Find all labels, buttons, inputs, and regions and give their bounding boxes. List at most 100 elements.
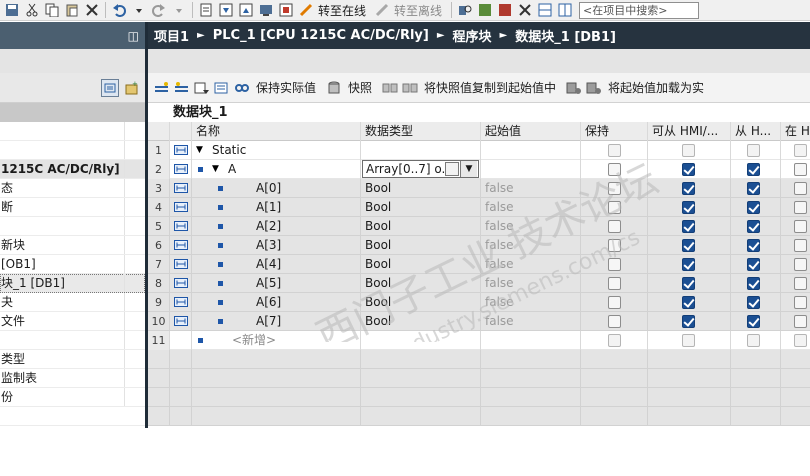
hmi-visible-checkbox[interactable] <box>747 334 760 347</box>
datatype-combobox[interactable]: Array[0..7] o... ▼ <box>362 160 479 178</box>
start-value-cell[interactable]: false <box>481 198 581 217</box>
tree-item[interactable]: 块_1 [DB1] <box>0 274 145 293</box>
breadcrumb-item[interactable]: 项目1 <box>154 26 189 45</box>
tree-item[interactable]: 断 <box>0 198 145 217</box>
hmi-accessible-checkbox[interactable] <box>682 144 695 157</box>
hmi-setpoint-checkbox[interactable] <box>794 258 807 271</box>
tree-item[interactable]: [OB1] <box>0 255 145 274</box>
hmi-setpoint-checkbox[interactable] <box>794 296 807 309</box>
name-cell[interactable]: A[2] <box>192 217 361 236</box>
simulation-icon[interactable] <box>258 2 274 18</box>
go-offline-icon[interactable] <box>374 2 390 18</box>
datatype-cell[interactable] <box>361 141 481 160</box>
datatype-cell[interactable]: Bool <box>361 217 481 236</box>
copy-icon[interactable] <box>44 2 60 18</box>
tree-item[interactable]: 夬 <box>0 293 145 312</box>
expand-arrow-icon[interactable]: ▼ <box>196 141 203 160</box>
hmi-visible-checkbox[interactable] <box>747 163 760 176</box>
undo-icon[interactable] <box>111 2 127 18</box>
redo-dropdown-icon[interactable] <box>171 2 187 18</box>
hmi-accessible-checkbox[interactable] <box>682 239 695 252</box>
name-cell[interactable]: A[3] <box>192 236 361 255</box>
load-start-values-button[interactable]: 将起始值加载为实 <box>608 79 704 96</box>
datatype-cell[interactable]: Bool <box>361 236 481 255</box>
datatype-cell[interactable]: Bool <box>361 179 481 198</box>
start-value-cell[interactable]: false <box>481 217 581 236</box>
tree-item[interactable]: 文件 <box>0 312 145 331</box>
download-icon[interactable] <box>218 2 234 18</box>
start-value-cell[interactable] <box>481 160 581 179</box>
hmi-setpoint-checkbox[interactable] <box>794 201 807 214</box>
start-value-cell[interactable]: false <box>481 255 581 274</box>
tree-item[interactable] <box>0 122 145 141</box>
datatype-cell[interactable]: Bool <box>361 274 481 293</box>
name-cell[interactable]: A[6] <box>192 293 361 312</box>
stop-cpu-icon[interactable] <box>497 2 513 18</box>
tree-item[interactable] <box>0 331 145 350</box>
compile-icon[interactable] <box>198 2 214 18</box>
start-value-cell[interactable]: false <box>481 179 581 198</box>
hmi-accessible-checkbox[interactable] <box>682 277 695 290</box>
add-new-row[interactable]: <新增> <box>232 331 276 350</box>
overview-view-icon[interactable] <box>101 78 119 97</box>
tree-item[interactable]: 份 <box>0 388 145 407</box>
column-header-start-value[interactable]: 起始值 <box>481 122 581 141</box>
dropdown-chevron-icon[interactable]: ▼ <box>460 161 477 177</box>
start-value-cell[interactable] <box>481 141 581 160</box>
tree-item[interactable]: 监制表 <box>0 369 145 388</box>
hmi-accessible-checkbox[interactable] <box>682 296 695 309</box>
new-group-icon[interactable]: + <box>123 79 141 97</box>
paste-icon[interactable] <box>64 2 80 18</box>
hmi-accessible-checkbox[interactable] <box>682 182 695 195</box>
name-cell[interactable]: A[0] <box>192 179 361 198</box>
datatype-browse-icon[interactable] <box>445 162 459 176</box>
retain-checkbox[interactable] <box>608 201 621 214</box>
copy-snapshot-to-start-button[interactable]: 将快照值复制到起始值中 <box>424 79 556 96</box>
retain-checkbox[interactable] <box>608 220 621 233</box>
table-row[interactable]: 4 A[1] Bool false <box>148 198 810 217</box>
hmi-setpoint-checkbox[interactable] <box>794 144 807 157</box>
table-row[interactable]: 2 ▼ A Array[0..7] o... ▼ <box>148 160 810 179</box>
hmi-setpoint-checkbox[interactable] <box>794 334 807 347</box>
name-cell[interactable]: ▼ Static <box>192 141 361 160</box>
upload-icon[interactable] <box>238 2 254 18</box>
load-actual-icon[interactable] <box>586 80 602 96</box>
snapshot-icon[interactable] <box>326 80 342 96</box>
table-row[interactable]: 7 A[4] Bool false <box>148 255 810 274</box>
hmi-accessible-checkbox[interactable] <box>682 163 695 176</box>
hmi-visible-checkbox[interactable] <box>747 277 760 290</box>
hmi-accessible-checkbox[interactable] <box>682 220 695 233</box>
name-cell[interactable]: A[7] <box>192 312 361 331</box>
breadcrumb-item[interactable]: 程序块 <box>453 26 492 45</box>
name-cell[interactable]: A[4] <box>192 255 361 274</box>
table-row[interactable]: 9 A[6] Bool false <box>148 293 810 312</box>
start-value-cell[interactable]: false <box>481 312 581 331</box>
retain-checkbox[interactable] <box>608 258 621 271</box>
load-start-values-icon[interactable] <box>566 80 582 96</box>
breadcrumb-item[interactable]: PLC_1 [CPU 1215C AC/DC/Rly] <box>213 28 429 43</box>
table-row[interactable]: 3 A[0] Bool false <box>148 179 810 198</box>
retain-checkbox[interactable] <box>608 334 621 347</box>
expand-arrow-icon[interactable]: ▼ <box>212 160 219 179</box>
go-online-icon[interactable] <box>298 2 314 18</box>
start-value-cell[interactable]: false <box>481 236 581 255</box>
split-vertical-icon[interactable] <box>557 2 573 18</box>
retain-checkbox[interactable] <box>608 182 621 195</box>
table-row[interactable]: 11 <新增> <box>148 331 810 350</box>
accessible-devices-icon[interactable] <box>457 2 473 18</box>
delete-icon[interactable] <box>84 2 100 18</box>
collapse-pane-icon[interactable]: ◫ <box>128 29 139 43</box>
hmi-accessible-checkbox[interactable] <box>682 258 695 271</box>
datatype-cell[interactable]: Array[0..7] o... ▼ <box>361 160 481 179</box>
copy-start-values-icon[interactable] <box>402 80 418 96</box>
retain-checkbox[interactable] <box>608 296 621 309</box>
tree-item[interactable] <box>0 141 145 160</box>
hmi-accessible-checkbox[interactable] <box>682 315 695 328</box>
hmi-setpoint-checkbox[interactable] <box>794 220 807 233</box>
save-icon[interactable] <box>4 2 20 18</box>
hmi-setpoint-checkbox[interactable] <box>794 182 807 195</box>
go-offline-button[interactable]: 转至离线 <box>394 2 442 19</box>
tree-item[interactable]: 类型 <box>0 350 145 369</box>
datatype-cell[interactable]: Bool <box>361 312 481 331</box>
name-cell[interactable]: A[1] <box>192 198 361 217</box>
